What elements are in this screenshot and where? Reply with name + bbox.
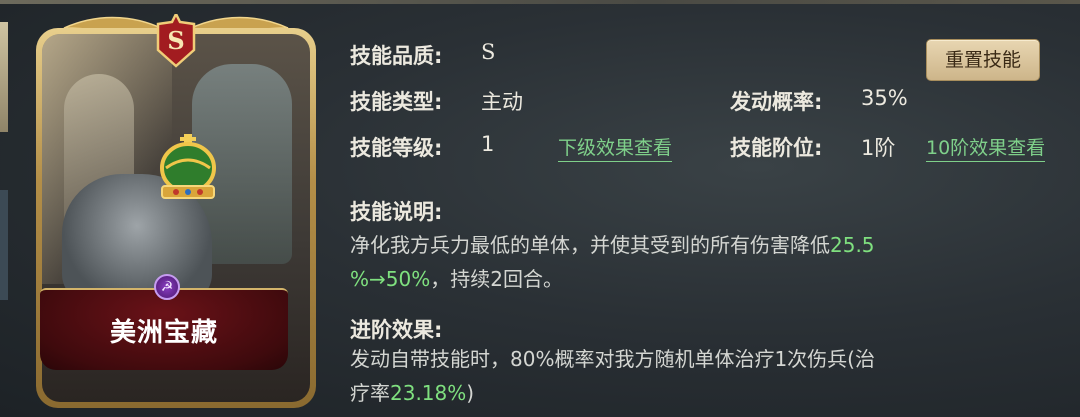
rank-label: 技能阶位: [730,136,823,160]
quality-value: S [481,40,496,64]
left-tab-strip[interactable] [0,22,8,132]
reset-skill-button[interactable]: 重置技能 [926,39,1040,81]
left-tab-strip-2[interactable] [0,190,8,300]
level-value: 1 [481,132,495,156]
type-value: 主动 [481,90,523,114]
crown-icon [160,134,216,199]
top-border [0,0,1080,4]
description-line-1: 净化我方兵力最低的单体，并使其受到的所有伤害降低25.5 [350,233,875,257]
level-label: 技能等级: [350,136,443,160]
advance-effect-line-1: 发动自带技能时，80%概率对我方随机单体治疗1次伤兵(治 [350,347,875,371]
advance-effect-line-2: 疗率23.18%) [350,381,475,405]
skill-card: S ☭ 美洲宝藏 [30,6,322,410]
advance-effect-label: 进阶效果: [350,318,443,342]
type-label: 技能类型: [350,90,443,114]
next-level-effect-link[interactable]: 下级效果查看 [558,133,673,162]
rank-value: 1阶 [861,136,896,160]
trigger-rate-value: 35% [861,86,908,110]
grade-letter: S [167,26,185,55]
quality-label: 技能品质: [350,44,443,68]
hammer-sickle-icon: ☭ [154,274,180,300]
card-name: 美洲宝藏 [109,318,218,348]
description-line-2: %→50%，持续2回合。 [350,267,563,291]
rank10-effect-link[interactable]: 10阶效果查看 [926,133,1046,162]
description-label: 技能说明: [350,200,443,224]
trigger-rate-label: 发动概率: [730,90,823,114]
